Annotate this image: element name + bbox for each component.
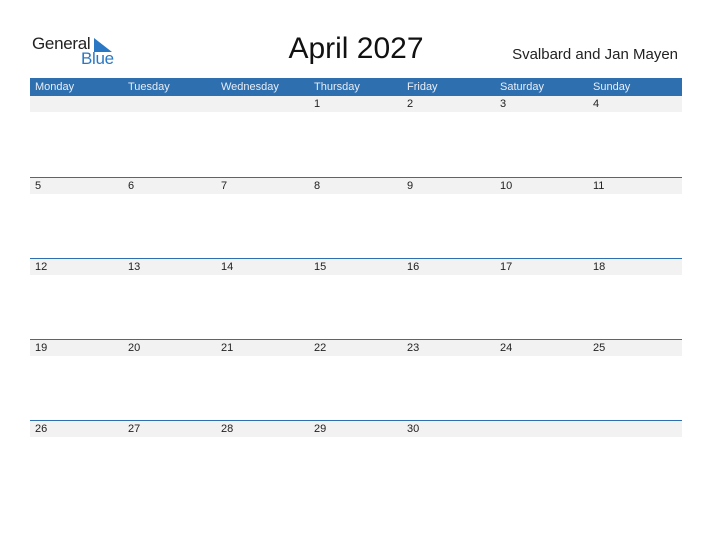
day-cell: 11 — [593, 180, 605, 192]
day-cell: 25 — [593, 342, 606, 354]
weekday-header: Monday Tuesday Wednesday Thursday Friday… — [30, 78, 682, 96]
week-row: 12 13 14 15 16 17 18 — [30, 258, 682, 275]
day-cell: 12 — [35, 261, 48, 273]
day-cell: 19 — [35, 342, 48, 354]
weekday-tuesday: Tuesday — [128, 81, 170, 93]
date-strip: 19 20 21 22 23 24 25 — [30, 340, 682, 356]
day-cell: 10 — [500, 180, 513, 192]
weekday-sunday: Sunday — [593, 81, 631, 93]
weekday-friday: Friday — [407, 81, 438, 93]
day-cell: 15 — [314, 261, 327, 273]
day-cell — [588, 421, 681, 437]
day-cell: 21 — [221, 342, 234, 354]
date-strip: 1 2 3 4 — [30, 96, 682, 112]
weekday-wednesday: Wednesday — [221, 81, 279, 93]
weekday-monday: Monday — [35, 81, 75, 93]
weekday-thursday: Thursday — [314, 81, 360, 93]
day-cell: 6 — [128, 180, 135, 192]
day-cell: 22 — [314, 342, 327, 354]
date-strip: 5 6 7 8 9 10 11 — [30, 178, 682, 194]
weekday-saturday: Saturday — [500, 81, 545, 93]
region-label: Svalbard and Jan Mayen — [512, 46, 678, 63]
day-cell: 7 — [221, 180, 228, 192]
day-cell: 27 — [128, 423, 141, 435]
day-cell — [216, 96, 309, 112]
date-strip: 26 27 28 29 30 — [30, 421, 682, 437]
day-cell: 28 — [221, 423, 234, 435]
day-cell: 20 — [128, 342, 141, 354]
day-cell: 26 — [35, 423, 48, 435]
day-cell: 2 — [407, 98, 414, 110]
day-cell: 8 — [314, 180, 321, 192]
day-cell: 3 — [500, 98, 507, 110]
day-cell: 24 — [500, 342, 513, 354]
date-strip: 12 13 14 15 16 17 18 — [30, 259, 682, 275]
day-cell: 30 — [407, 423, 420, 435]
week-row: 19 20 21 22 23 24 25 — [30, 339, 682, 356]
week-row: 1 2 3 4 — [30, 96, 682, 112]
day-cell — [30, 96, 123, 112]
day-cell: 14 — [221, 261, 234, 273]
day-cell: 1 — [314, 98, 321, 110]
day-cell: 17 — [500, 261, 513, 273]
day-cell: 18 — [593, 261, 606, 273]
day-cell: 23 — [407, 342, 420, 354]
day-cell — [495, 421, 588, 437]
day-cell: 13 — [128, 261, 141, 273]
day-cell — [123, 96, 216, 112]
day-cell: 16 — [407, 261, 420, 273]
day-cell: 9 — [407, 180, 414, 192]
week-row: 26 27 28 29 30 — [30, 420, 682, 437]
day-cell: 5 — [35, 180, 42, 192]
day-cell: 29 — [314, 423, 327, 435]
week-row: 5 6 7 8 9 10 11 — [30, 177, 682, 194]
day-cell: 4 — [593, 98, 600, 110]
